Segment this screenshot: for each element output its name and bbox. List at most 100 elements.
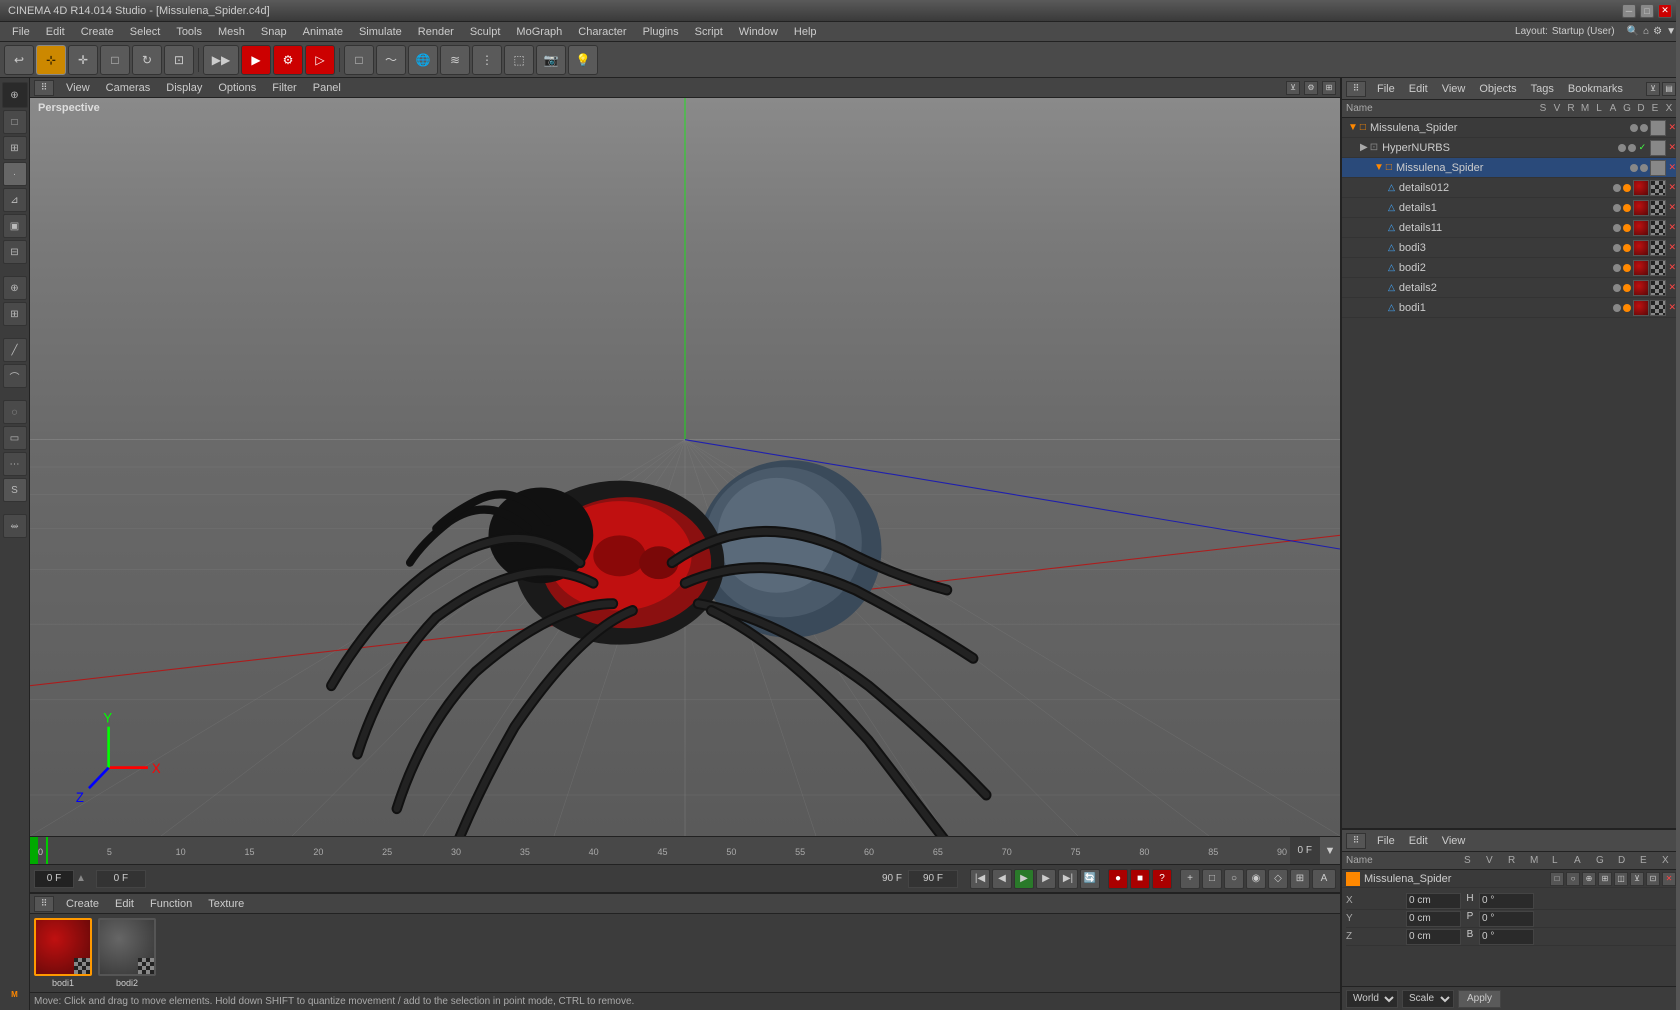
key-add[interactable]: +: [1180, 869, 1200, 889]
rect-tool[interactable]: ▭: [3, 426, 27, 450]
mirror-tool[interactable]: ⥈: [3, 514, 27, 538]
rotate-tool[interactable]: ↻: [132, 45, 162, 75]
om-row-hypernurbs[interactable]: ▶ ⊡ HyperNURBS ✓ ✕: [1342, 138, 1680, 158]
knife-tool[interactable]: ╱: [3, 338, 27, 362]
menu-mograph[interactable]: MoGraph: [508, 22, 570, 42]
viewport-menu-options[interactable]: Options: [214, 82, 260, 94]
menu-help[interactable]: Help: [786, 22, 825, 42]
key-auto[interactable]: A: [1312, 869, 1336, 889]
am-x-pos[interactable]: 0 cm: [1406, 893, 1461, 909]
snap-tool[interactable]: ⊞: [3, 302, 27, 326]
spiro-tool[interactable]: S: [3, 478, 27, 502]
menu-mesh[interactable]: Mesh: [210, 22, 253, 42]
model-mode[interactable]: □: [3, 110, 27, 134]
more-icon[interactable]: ▼: [1666, 26, 1676, 37]
am-z-pos[interactable]: 0 cm: [1406, 929, 1461, 945]
menu-render[interactable]: Render: [410, 22, 462, 42]
menu-sculpt[interactable]: Sculpt: [462, 22, 509, 42]
am-sel-icon-1[interactable]: □: [1550, 872, 1564, 886]
object-tool[interactable]: □: [100, 45, 130, 75]
mat-menu-edit[interactable]: Edit: [111, 898, 138, 910]
am-menu-edit[interactable]: Edit: [1406, 835, 1431, 847]
menu-animate[interactable]: Animate: [295, 22, 351, 42]
menu-simulate[interactable]: Simulate: [351, 22, 410, 42]
om-menu-view[interactable]: View: [1439, 83, 1469, 95]
render-btn[interactable]: ▶: [241, 45, 271, 75]
am-sel-icon-7[interactable]: ⊡: [1646, 872, 1660, 886]
lasso-tool[interactable]: ◌: [3, 400, 27, 424]
om-icon-1[interactable]: ⊻: [1646, 82, 1660, 96]
stop-button[interactable]: ■: [1130, 869, 1150, 889]
brush-tool[interactable]: ⌒: [3, 364, 27, 388]
om-menu-bookmarks[interactable]: Bookmarks: [1565, 83, 1626, 95]
menu-file[interactable]: File: [4, 22, 38, 42]
render-settings[interactable]: ⚙: [273, 45, 303, 75]
nurbs-tool[interactable]: 🌐: [408, 45, 438, 75]
om-row-details1[interactable]: △ details1 ✕: [1342, 198, 1680, 218]
go-start-button[interactable]: |◀: [970, 869, 990, 889]
apply-button[interactable]: Apply: [1458, 990, 1501, 1008]
key-mode-1[interactable]: □: [1202, 869, 1222, 889]
texture-mode[interactable]: ⊞: [3, 136, 27, 160]
am-h-val[interactable]: 0 °: [1479, 893, 1534, 909]
cube-tool[interactable]: □: [344, 45, 374, 75]
minimize-button[interactable]: ─: [1622, 4, 1636, 18]
search-icon[interactable]: 🔍: [1627, 26, 1639, 37]
record-active[interactable]: ●: [1108, 869, 1128, 889]
am-b-val[interactable]: 0 °: [1479, 929, 1534, 945]
om-menu-edit[interactable]: Edit: [1406, 83, 1431, 95]
viewport-container[interactable]: ⠿ View Cameras Display Options Filter Pa…: [30, 78, 1340, 836]
am-menu-view[interactable]: View: [1439, 835, 1469, 847]
om-menu-file[interactable]: File: [1374, 83, 1398, 95]
step-back-button[interactable]: ◀: [992, 869, 1012, 889]
om-row-spider-root[interactable]: ▼ □ Missulena_Spider ✕: [1342, 118, 1680, 138]
viewport-3d[interactable]: X Y Z Perspective: [30, 98, 1340, 836]
viewport-menu-cameras[interactable]: Cameras: [102, 82, 155, 94]
viewport-maximize[interactable]: ⊻: [1286, 81, 1300, 95]
mat-menu-texture[interactable]: Texture: [204, 898, 248, 910]
material-bodi1[interactable]: bodi1: [34, 918, 92, 988]
array-tool[interactable]: ⋮: [472, 45, 502, 75]
key-mode-5[interactable]: ⊞: [1290, 869, 1310, 889]
menu-select[interactable]: Select: [122, 22, 169, 42]
timeline-expand[interactable]: ▼: [1320, 837, 1340, 864]
om-row-bodi3[interactable]: △ bodi3 ✕: [1342, 238, 1680, 258]
maximize-button[interactable]: □: [1640, 4, 1654, 18]
render-region[interactable]: ▶▶: [203, 45, 239, 75]
am-p-val[interactable]: 0 °: [1479, 911, 1534, 927]
viewport-menu-display[interactable]: Display: [162, 82, 206, 94]
close-button[interactable]: ✕: [1658, 4, 1672, 18]
am-sel-icon-5[interactable]: ◫: [1614, 872, 1628, 886]
light-tool[interactable]: 💡: [568, 45, 598, 75]
loop-button[interactable]: 🔄: [1080, 869, 1100, 889]
timeline[interactable]: 0 5 10 15 20 25 30 35 40 45 50 55 60 65 …: [30, 836, 1340, 864]
om-row-details11[interactable]: △ details11 ✕: [1342, 218, 1680, 238]
material-bodi2[interactable]: bodi2: [98, 918, 156, 988]
viewport-fullscreen[interactable]: ⊞: [1322, 81, 1336, 95]
menu-window[interactable]: Window: [731, 22, 786, 42]
am-sel-x[interactable]: ✕: [1662, 872, 1676, 886]
go-end-button[interactable]: ▶|: [1058, 869, 1078, 889]
mat-menu-create[interactable]: Create: [62, 898, 103, 910]
om-row-spider-child[interactable]: ▼ □ Missulena_Spider ✕: [1342, 158, 1680, 178]
am-sel-icon-3[interactable]: ⊕: [1582, 872, 1596, 886]
uvw-mode[interactable]: ⊟: [3, 240, 27, 264]
deform-tool[interactable]: ≋: [440, 45, 470, 75]
menu-tools[interactable]: Tools: [168, 22, 210, 42]
view-tool[interactable]: ⊕: [2, 82, 28, 108]
om-row-details2[interactable]: △ details2 ✕: [1342, 278, 1680, 298]
home-icon[interactable]: ⌂: [1643, 26, 1649, 37]
end-frame-input[interactable]: [908, 870, 958, 888]
undo-button[interactable]: ↩: [4, 45, 34, 75]
menu-script[interactable]: Script: [687, 22, 731, 42]
am-y-pos[interactable]: 0 cm: [1406, 911, 1461, 927]
scale-select[interactable]: Scale: [1402, 990, 1454, 1008]
key-mode-2[interactable]: ○: [1224, 869, 1244, 889]
om-icon-2[interactable]: ▤: [1662, 82, 1676, 96]
am-menu-file[interactable]: File: [1374, 835, 1398, 847]
om-menu-objects[interactable]: Objects: [1476, 83, 1519, 95]
render-queue[interactable]: ▷: [305, 45, 335, 75]
scale-tool[interactable]: ⊡: [164, 45, 194, 75]
settings-icon[interactable]: ⚙: [1653, 26, 1662, 37]
am-sel-icon-6[interactable]: ⊻: [1630, 872, 1644, 886]
